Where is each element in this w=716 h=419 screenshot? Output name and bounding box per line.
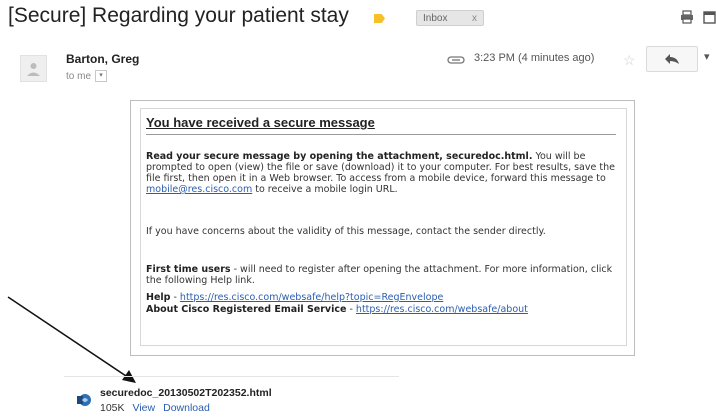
importance-marker-icon[interactable] <box>374 14 385 23</box>
remove-label-button[interactable]: x <box>472 13 477 24</box>
person-icon <box>27 63 40 76</box>
reply-arrow-icon <box>665 54 679 64</box>
inbox-label-text: Inbox <box>423 12 448 24</box>
first-time-lead: First time users <box>146 264 231 275</box>
help-link[interactable]: https://res.cisco.com/websafe/help?topic… <box>180 292 443 303</box>
about-label: About Cisco Registered Email Service <box>146 304 347 315</box>
recipient-line: to me ▾ <box>66 70 108 82</box>
sender-name[interactable]: Barton, Greg <box>66 52 139 66</box>
recipient-text: to me <box>66 70 92 82</box>
star-icon[interactable]: ☆ <box>623 52 636 69</box>
sender-avatar[interactable] <box>20 55 47 82</box>
help-separator: - <box>170 292 180 303</box>
show-details-button[interactable]: ▾ <box>95 70 108 82</box>
attachment-meta: 105K View Download <box>100 402 210 414</box>
print-icon[interactable] <box>680 10 694 24</box>
html-file-icon[interactable] <box>77 393 91 407</box>
first-time-paragraph: First time users - will need to register… <box>146 264 620 286</box>
download-attachment-link[interactable]: Download <box>163 402 210 414</box>
help-line: Help - https://res.cisco.com/websafe/hel… <box>146 292 620 303</box>
instructions-lead: Read your secure message by opening the … <box>146 151 533 162</box>
about-line: About Cisco Registered Email Service - h… <box>146 304 620 315</box>
about-link[interactable]: https://res.cisco.com/websafe/about <box>356 304 528 315</box>
instructions-tail: to receive a mobile login URL. <box>252 184 398 195</box>
new-window-icon[interactable] <box>703 10 716 24</box>
instructions-paragraph: Read your secure message by opening the … <box>146 151 620 195</box>
attachment-size: 105K <box>100 402 125 414</box>
attachment-filename[interactable]: securedoc_20130502T202352.html <box>100 387 272 399</box>
mobile-email-link[interactable]: mobile@res.cisco.com <box>146 184 252 195</box>
email-subject: [Secure] Regarding your patient stay <box>8 4 349 27</box>
validity-paragraph: If you have concerns about the validity … <box>146 226 546 237</box>
reply-button[interactable] <box>646 46 698 72</box>
title-divider <box>146 134 616 135</box>
more-actions-icon[interactable]: ▾ <box>704 50 710 63</box>
about-separator: - <box>346 304 356 315</box>
view-attachment-link[interactable]: View <box>133 402 156 414</box>
attachment-divider <box>64 376 399 377</box>
help-label: Help <box>146 292 171 303</box>
message-time: 3:23 PM (4 minutes ago) <box>474 52 595 64</box>
inbox-label-chip[interactable]: Inbox x <box>416 10 484 26</box>
attachment-clip-icon <box>447 56 465 64</box>
secure-message-title: You have received a secure message <box>146 115 375 130</box>
